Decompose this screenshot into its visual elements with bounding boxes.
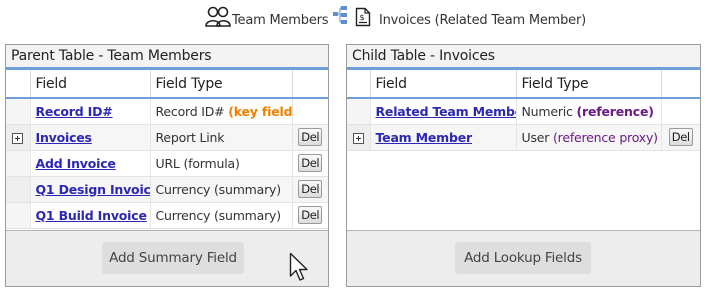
delete-cell bbox=[661, 98, 700, 125]
mouse-pointer-icon bbox=[289, 252, 309, 288]
field-type-text: Record ID# bbox=[155, 103, 225, 119]
document-dollar-icon: $ bbox=[355, 7, 371, 31]
field-link-add-invoice[interactable]: Add Invoice bbox=[36, 156, 116, 171]
delete-button[interactable]: Del bbox=[668, 128, 693, 146]
table-row: Record ID# Record ID# (key field) bbox=[6, 98, 328, 125]
field-link-team-member[interactable]: Team Member bbox=[376, 130, 473, 145]
field-link-record-id[interactable]: Record ID# bbox=[36, 104, 113, 119]
child-table-panel: Child Table - Invoices Field Field Type … bbox=[346, 44, 701, 287]
expand-plus-icon[interactable] bbox=[12, 132, 24, 144]
field-link-q1-design-invoice[interactable]: Q1 Design Invoice bbox=[36, 182, 150, 197]
table-row: Q1 Design Invoice Currency (summary) Del bbox=[6, 176, 328, 203]
child-fields-table-area: Field Field Type Related Team Member Num… bbox=[347, 70, 700, 230]
expand-cell bbox=[347, 124, 371, 151]
field-link-q1-build-invoice[interactable]: Q1 Build Invoice bbox=[36, 208, 147, 223]
expand-cell bbox=[6, 176, 31, 203]
key-field-note: (key field) bbox=[228, 103, 292, 119]
delete-button[interactable]: Del bbox=[298, 128, 323, 146]
expand-cell bbox=[6, 124, 31, 151]
column-header-field: Field bbox=[30, 70, 151, 99]
parent-fields-table-area: Field Field Type Record ID# Record ID# (… bbox=[6, 70, 328, 230]
field-link-invoices[interactable]: Invoices bbox=[36, 130, 93, 145]
field-type-text: Currency (summary) bbox=[155, 207, 282, 223]
table-row: Invoices Report Link Del bbox=[6, 124, 328, 151]
delete-cell: Del bbox=[661, 124, 700, 151]
reference-proxy-note: (reference proxy) bbox=[552, 129, 658, 145]
relationship-tree-icon bbox=[332, 5, 348, 29]
parent-table-name: Team Members bbox=[232, 13, 329, 28]
add-summary-field-button[interactable]: Add Summary Field bbox=[102, 242, 244, 274]
field-type-cell: Currency (summary) bbox=[150, 176, 293, 203]
field-name-cell: Team Member bbox=[370, 124, 517, 151]
field-name-cell: Q1 Build Invoice bbox=[30, 202, 151, 229]
expand-cell bbox=[6, 98, 31, 125]
delete-column-header bbox=[292, 70, 328, 99]
parent-fields-table: Field Field Type Record ID# Record ID# (… bbox=[6, 70, 328, 229]
field-type-cell: User (reference proxy) bbox=[516, 124, 662, 151]
footer-divider bbox=[347, 230, 700, 231]
field-name-cell: Q1 Design Invoice bbox=[30, 176, 151, 203]
footer-divider bbox=[6, 230, 328, 231]
table-row: Team Member User (reference proxy) Del bbox=[347, 124, 700, 151]
field-type-text: User bbox=[521, 129, 550, 145]
field-type-text: URL (formula) bbox=[155, 155, 240, 171]
panel-title: Parent Table - Team Members bbox=[6, 45, 328, 67]
svg-text:$: $ bbox=[360, 13, 365, 22]
field-type-text: Currency (summary) bbox=[155, 181, 282, 197]
field-type-cell: Numeric (reference) bbox=[516, 98, 662, 125]
two-people-icon bbox=[205, 6, 231, 32]
table-header-row: Field Field Type bbox=[347, 70, 700, 99]
field-name-cell: Related Team Member bbox=[370, 98, 517, 125]
field-type-cell: URL (formula) bbox=[150, 150, 293, 177]
expand-cell bbox=[6, 202, 31, 229]
expand-cell bbox=[6, 150, 31, 177]
parent-table-panel: Parent Table - Team Members Field Field … bbox=[5, 44, 329, 287]
field-type-cell: Record ID# (key field) bbox=[150, 98, 293, 125]
field-link-related-team-member[interactable]: Related Team Member bbox=[376, 104, 516, 119]
field-type-text: Numeric bbox=[521, 103, 573, 119]
column-header-field-type: Field Type bbox=[150, 70, 293, 99]
field-name-cell: Add Invoice bbox=[30, 150, 151, 177]
expand-cell bbox=[347, 98, 371, 125]
delete-button[interactable]: Del bbox=[298, 154, 323, 172]
delete-cell: Del bbox=[292, 124, 328, 151]
delete-button[interactable]: Del bbox=[298, 206, 323, 224]
relationship-header: Team Members $ Invoices (Related Team Me… bbox=[0, 6, 708, 34]
expand-column-header bbox=[6, 70, 31, 99]
child-table-name: Invoices (Related Team Member) bbox=[379, 13, 586, 28]
reference-note: (reference) bbox=[576, 103, 654, 119]
table-header-row: Field Field Type bbox=[6, 70, 328, 99]
table-row: Add Invoice URL (formula) Del bbox=[6, 150, 328, 177]
field-type-cell: Report Link bbox=[150, 124, 293, 151]
table-row: Related Team Member Numeric (reference) bbox=[347, 98, 700, 125]
delete-column-header bbox=[661, 70, 700, 99]
delete-cell: Del bbox=[292, 202, 328, 229]
expand-column-header bbox=[347, 70, 371, 99]
table-row: Q1 Build Invoice Currency (summary) Del bbox=[6, 202, 328, 229]
child-fields-table: Field Field Type Related Team Member Num… bbox=[347, 70, 700, 151]
add-lookup-fields-button[interactable]: Add Lookup Fields bbox=[455, 242, 591, 274]
delete-cell: Del bbox=[292, 150, 328, 177]
delete-button[interactable]: Del bbox=[298, 180, 323, 198]
expand-plus-icon[interactable] bbox=[352, 132, 364, 144]
delete-cell bbox=[292, 98, 328, 125]
column-header-field: Field bbox=[370, 70, 517, 99]
field-name-cell: Invoices bbox=[30, 124, 151, 151]
field-name-cell: Record ID# bbox=[30, 98, 151, 125]
column-header-field-type: Field Type bbox=[516, 70, 662, 99]
field-type-cell: Currency (summary) bbox=[150, 202, 293, 229]
panel-title: Child Table - Invoices bbox=[347, 45, 700, 67]
delete-cell: Del bbox=[292, 176, 328, 203]
field-type-text: Report Link bbox=[155, 129, 225, 145]
